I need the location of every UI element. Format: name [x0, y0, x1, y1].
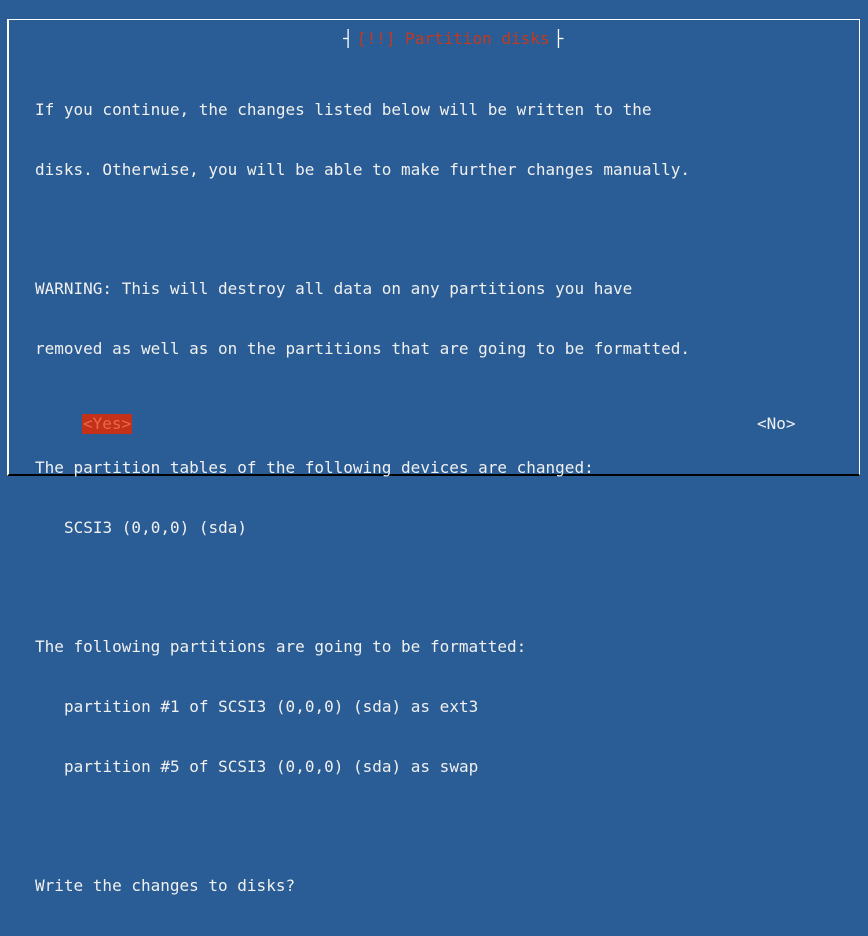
partition-tables-heading: The partition tables of the following de… — [35, 458, 594, 477]
format-item: partition #1 of SCSI3 (0,0,0) (sda) as e… — [64, 697, 479, 716]
warning-line-1: WARNING: This will destroy all data on a… — [35, 279, 633, 298]
partition-tables-device: SCSI3 (0,0,0) (sda) — [64, 518, 248, 537]
no-button[interactable]: <No> — [757, 414, 796, 434]
dialog-title: [!!] Partition disks — [356, 29, 550, 48]
yes-button[interactable]: <Yes> — [82, 414, 133, 434]
format-item: partition #5 of SCSI3 (0,0,0) (sda) as s… — [64, 757, 479, 776]
warning-line-2: removed as well as on the partitions tha… — [35, 339, 691, 358]
confirm-question: Write the changes to disks? — [35, 876, 296, 895]
intro-line-1: If you continue, the changes listed belo… — [35, 100, 652, 119]
dialog-body: If you continue, the changes listed belo… — [35, 60, 855, 936]
installer-screen: ┤ [!!] Partition disks ├ If you continue, … — [0, 0, 868, 895]
title-left-tick: ┤ — [343, 29, 353, 48]
format-heading: The following partitions are going to be… — [35, 637, 527, 656]
intro-line-2: disks. Otherwise, you will be able to ma… — [35, 160, 691, 179]
title-right-tick: ├ — [553, 29, 564, 48]
